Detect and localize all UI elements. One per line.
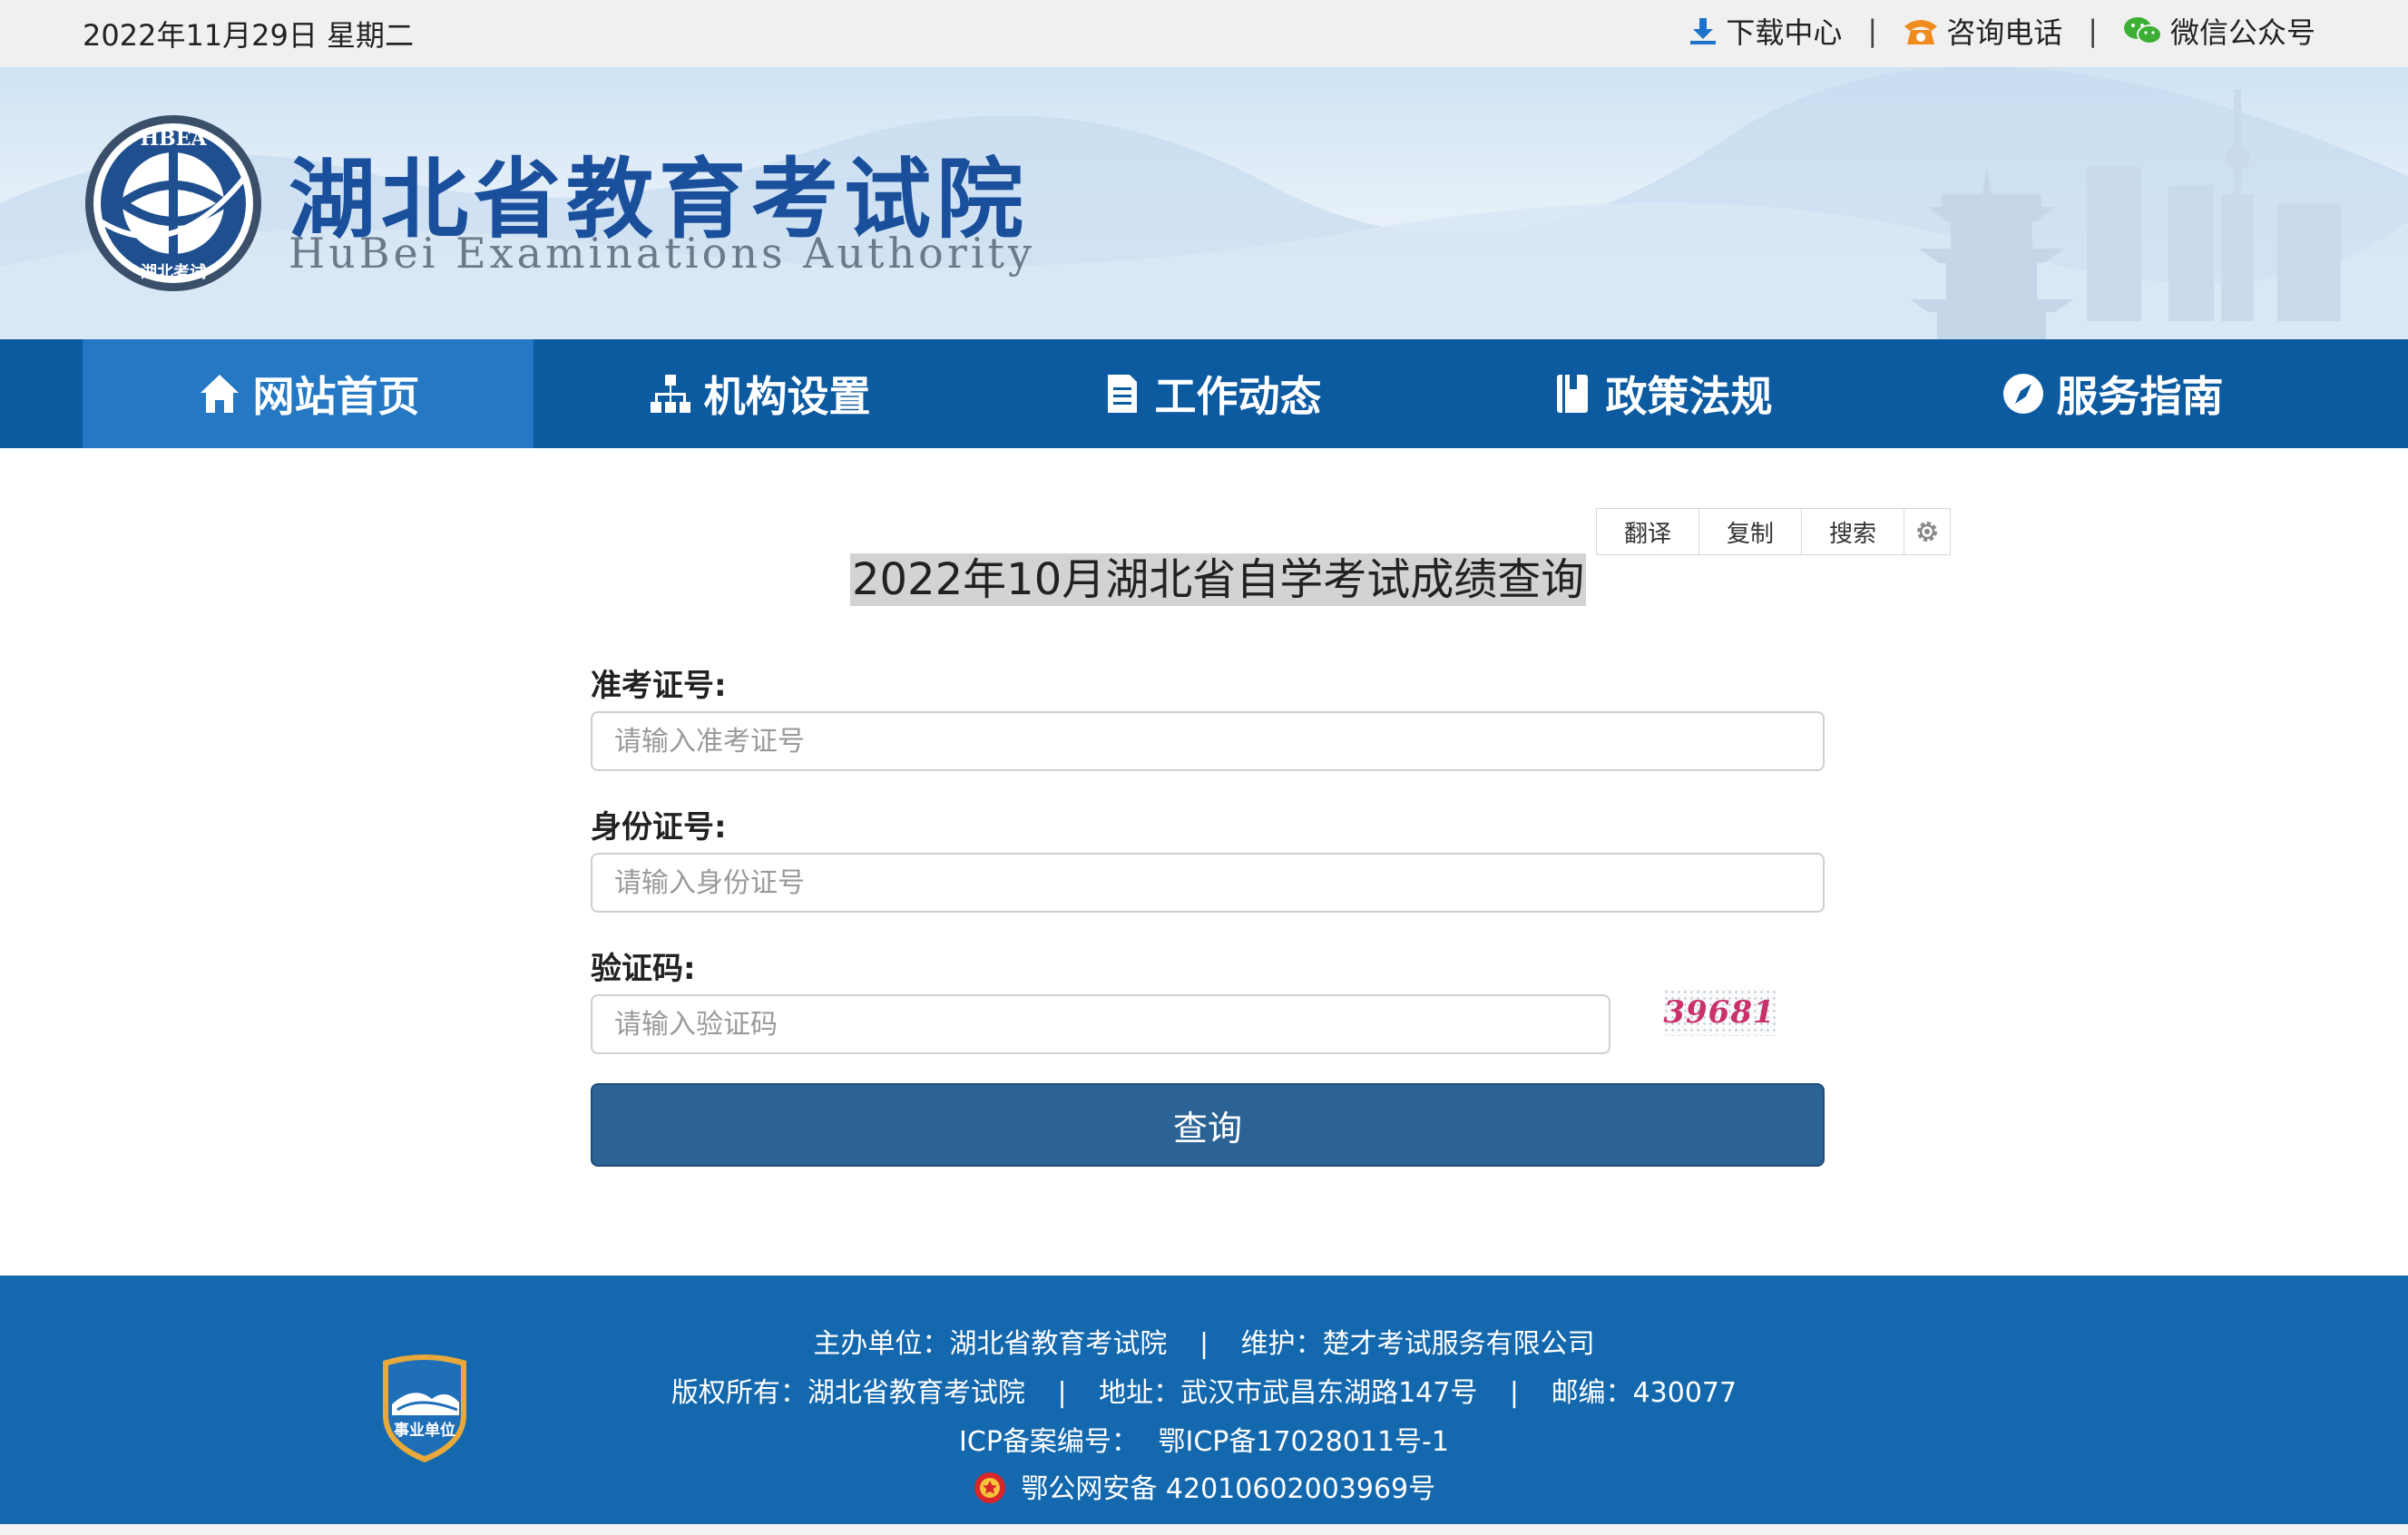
captcha-text: 39681 <box>1663 994 1776 1031</box>
wechat-icon <box>2123 17 2162 44</box>
nav-item-service-guide[interactable]: 服务指南 <box>1886 339 2337 448</box>
org-chart-icon <box>650 375 690 413</box>
top-utility-bar: 2022年11月29日 星期二 下载中心 | 咨询电话 | 微信公众号 <box>0 0 2408 67</box>
footer-line-icp: ICP备案编号： 鄂ICP备17028011号-1 <box>0 1419 2408 1459</box>
footer-maintainer: 维护：楚才考试服务有限公司 <box>1240 1328 1595 1360</box>
footer-icp-label: ICP备案编号： <box>959 1426 1139 1458</box>
page-title: 2022年10月湖北省自学考试成绩查询 <box>850 553 1587 606</box>
footer-separator: | <box>1199 1328 1209 1360</box>
footer-postcode: 邮编：430077 <box>1551 1377 1737 1409</box>
top-separator: | <box>2088 14 2098 48</box>
exam-number-input[interactable] <box>591 711 1825 771</box>
footer-icp-link[interactable]: 鄂ICP备17028011号-1 <box>1158 1426 1449 1458</box>
site-title-english: HuBei Examinations Authority <box>289 229 1036 278</box>
copy-button[interactable]: 复制 <box>1699 509 1802 554</box>
page-tools: 翻译 复制 搜索 <box>1596 508 1951 555</box>
settings-button[interactable] <box>1904 509 1950 554</box>
main-nav: 网站首页 机构设置 工作动态 政策法规 服务指南 <box>0 339 2408 448</box>
bottom-strip <box>0 1524 2408 1535</box>
nav-item-policy[interactable]: 政策法规 <box>1435 339 1886 448</box>
id-number-label: 身份证号: <box>591 809 727 846</box>
query-button[interactable]: 查询 <box>591 1083 1825 1167</box>
footer-address: 地址：武汉市武昌东湖路147号 <box>1099 1377 1478 1409</box>
search-button[interactable]: 搜索 <box>1802 509 1904 554</box>
top-separator: | <box>1867 14 1878 48</box>
nav-item-home[interactable]: 网站首页 <box>83 339 533 448</box>
compass-icon <box>2002 374 2043 414</box>
nav-item-organization[interactable]: 机构设置 <box>533 339 984 448</box>
download-icon <box>1690 18 1717 44</box>
header-banner: HBEA 湖北考试 湖北省教育考试院 HuBei Examinations Au… <box>0 67 2408 339</box>
footer-police-record[interactable]: 鄂公网安备 42010602003969号 <box>1021 1473 1435 1505</box>
footer-copyright: 版权所有：湖北省教育考试院 <box>671 1377 1025 1409</box>
book-icon <box>1556 375 1588 413</box>
logo-subtext: 湖北考试 <box>141 262 206 282</box>
hbea-logo: HBEA 湖北考试 <box>85 115 261 291</box>
gear-icon <box>1917 522 1937 542</box>
home-icon <box>200 375 239 413</box>
police-emblem-icon <box>974 1472 1005 1503</box>
captcha-image[interactable]: 39681 <box>1663 989 1776 1036</box>
captcha-input[interactable] <box>591 994 1610 1054</box>
footer-host: 主办单位：湖北省教育考试院 <box>813 1328 1168 1360</box>
nav-item-news[interactable]: 工作动态 <box>984 339 1435 448</box>
consult-phone-link[interactable]: 咨询电话 <box>1903 10 2062 52</box>
id-number-input[interactable] <box>591 853 1825 913</box>
translate-button[interactable]: 翻译 <box>1597 509 1699 554</box>
site-footer: 事业单位 主办单位：湖北省教育考试院 | 维护：楚才考试服务有限公司 版权所有：… <box>0 1276 2408 1524</box>
phone-icon <box>1904 20 1938 44</box>
captcha-label: 验证码: <box>591 951 696 987</box>
footer-line-copyright: 版权所有：湖北省教育考试院 | 地址：武汉市武昌东湖路147号 | 邮编：430… <box>0 1370 2408 1410</box>
download-center-link[interactable]: 下载中心 <box>1688 10 1842 52</box>
logo-text: HBEA <box>140 127 207 151</box>
footer-line-host: 主办单位：湖北省教育考试院 | 维护：楚才考试服务有限公司 <box>0 1321 2408 1361</box>
top-links: 下载中心 | 咨询电话 | 微信公众号 <box>1688 11 2315 51</box>
footer-separator: | <box>1057 1377 1067 1409</box>
footer-separator: | <box>1509 1377 1520 1409</box>
document-icon <box>1107 375 1137 413</box>
current-date: 2022年11月29日 星期二 <box>83 18 415 53</box>
exam-number-label: 准考证号: <box>591 668 727 704</box>
wechat-account-link[interactable]: 微信公众号 <box>2123 10 2315 52</box>
footer-line-police: 鄂公网安备 42010602003969号 <box>0 1466 2408 1506</box>
